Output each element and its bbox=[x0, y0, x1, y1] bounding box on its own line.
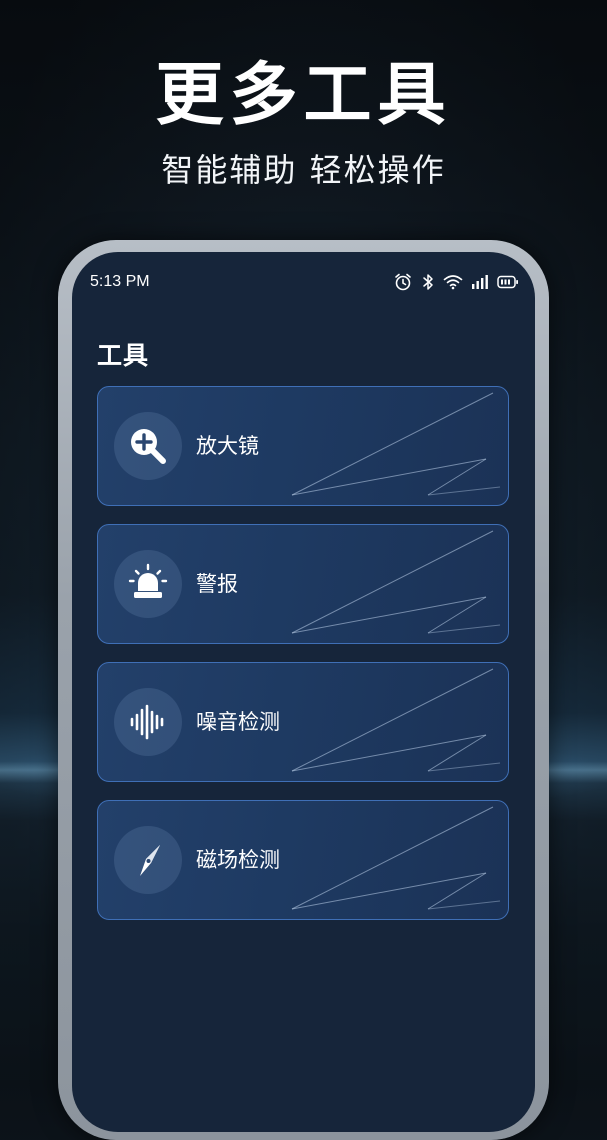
tool-label: 放大镜 bbox=[196, 434, 259, 458]
card-decoration bbox=[291, 668, 501, 772]
status-time: 5:13 PM bbox=[90, 273, 150, 290]
wifi-icon bbox=[443, 273, 463, 291]
alarm-icon bbox=[393, 272, 413, 292]
tool-label: 噪音检测 bbox=[196, 710, 280, 734]
magnifier-plus-icon bbox=[114, 412, 182, 480]
promo-subline: 智能辅助 轻松操作 bbox=[161, 151, 446, 189]
status-icons bbox=[393, 272, 519, 292]
bluetooth-icon bbox=[421, 272, 435, 292]
tool-label: 磁场检测 bbox=[196, 848, 280, 872]
compass-icon bbox=[114, 826, 182, 894]
signal-icon bbox=[471, 274, 489, 290]
phone-screen: 5:13 PM 工具 放大镜 警报 噪音检测 磁场检测 bbox=[72, 252, 535, 1132]
battery-icon bbox=[497, 275, 519, 289]
tool-card-noise-detection[interactable]: 噪音检测 bbox=[97, 662, 509, 782]
status-bar: 5:13 PM bbox=[90, 270, 519, 294]
card-decoration bbox=[291, 392, 501, 496]
card-decoration bbox=[291, 806, 501, 910]
tool-card-magnetic-detection[interactable]: 磁场检测 bbox=[97, 800, 509, 920]
promo-headline: 更多工具 bbox=[155, 56, 452, 135]
tool-label: 警报 bbox=[196, 572, 238, 596]
tool-card-magnifier[interactable]: 放大镜 bbox=[97, 386, 509, 506]
screen-title: 工具 bbox=[97, 341, 150, 370]
tool-card-siren[interactable]: 警报 bbox=[97, 524, 509, 644]
card-decoration bbox=[291, 530, 501, 634]
sound-wave-icon bbox=[114, 688, 182, 756]
siren-icon bbox=[114, 550, 182, 618]
